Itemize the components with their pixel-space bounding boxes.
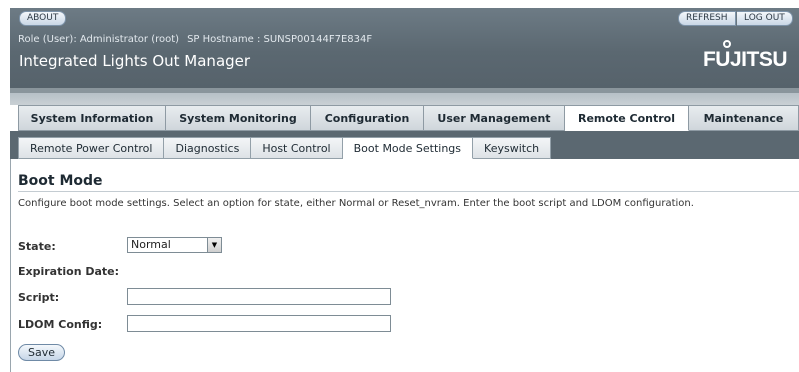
subtab-keyswitch[interactable]: Keyswitch [473,137,552,159]
refresh-button[interactable]: REFRESH [678,11,736,26]
logo-mark-icon [722,40,731,48]
session-info: Role (User): Administrator (root) SP Host… [18,34,372,45]
tab-remote-control[interactable]: Remote Control [565,105,689,131]
state-select[interactable]: Normal ▼ [127,237,222,253]
fujitsu-logo: FUJITSU [702,40,788,72]
state-label: State: [18,240,56,253]
logout-button[interactable]: LOG OUT [737,11,793,26]
sp-hostname-text: SP Hostname : SUNSP00144F7E834F [187,34,373,45]
tab-user-management[interactable]: User Management [424,105,565,131]
page-title: Boot Mode [18,173,103,189]
content-panel: Boot Mode Configure boot mode settings. … [10,159,799,372]
tab-system-monitoring[interactable]: System Monitoring [166,105,311,131]
tab-system-information[interactable]: System Information [18,105,166,131]
state-select-value: Normal [131,238,171,251]
tab-maintenance[interactable]: Maintenance [689,105,799,131]
about-button[interactable]: ABOUT [19,11,67,26]
subtab-diagnostics[interactable]: Diagnostics [164,137,252,159]
script-label: Script: [18,291,60,304]
main-tabs: System Information System Monitoring Con… [18,105,799,131]
masthead: ABOUT REFRESH LOG OUT Role (User): Admin… [10,8,799,88]
title-divider [18,191,799,192]
ldom-config-label: LDOM Config: [18,318,103,331]
content-left-border [10,159,11,372]
ldom-config-input[interactable] [127,315,391,332]
sub-tabs: Remote Power Control Diagnostics Host Co… [18,137,552,159]
page-description: Configure boot mode settings. Select an … [18,198,694,209]
subtab-host-control[interactable]: Host Control [251,137,343,159]
save-button[interactable]: Save [18,344,65,361]
subtab-boot-mode-settings[interactable]: Boot Mode Settings [342,137,474,159]
role-text: Role (User): Administrator (root) [18,34,180,45]
subtab-remote-power-control[interactable]: Remote Power Control [18,137,165,159]
tab-configuration[interactable]: Configuration [311,105,424,131]
app-title: Integrated Lights Out Manager [19,52,251,70]
dropdown-arrow-icon[interactable]: ▼ [207,238,221,252]
tab-band [10,93,799,105]
expiration-date-label: Expiration Date: [18,265,120,278]
logo-text: FUJITSU [702,48,788,71]
script-input[interactable] [127,288,391,305]
